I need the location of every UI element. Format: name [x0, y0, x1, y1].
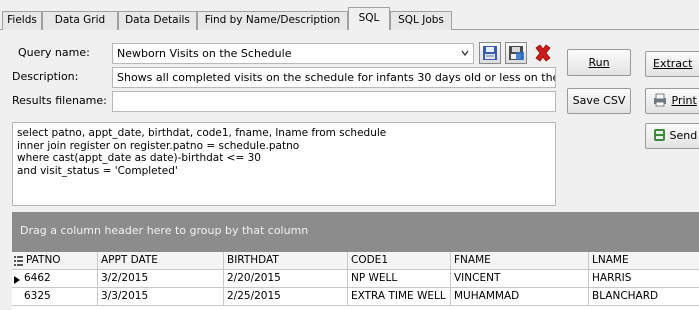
- column-header-code1[interactable]: CODE1: [348, 252, 451, 270]
- column-header-patno[interactable]: PATNO: [12, 252, 98, 270]
- query-name-combo[interactable]: Newborn Visits on the Schedule: [112, 43, 474, 64]
- extract-button[interactable]: Extract: [645, 51, 699, 77]
- tab-fields[interactable]: Fields: [2, 11, 42, 30]
- send-button[interactable]: Send: [645, 123, 699, 149]
- table-row-cell[interactable]: 2/25/2015: [224, 288, 348, 306]
- print-button[interactable]: Print: [645, 88, 699, 114]
- chevron-down-icon[interactable]: [461, 49, 469, 57]
- table-row-cell[interactable]: 6462: [12, 270, 98, 288]
- table-row-cell[interactable]: MUHAMMAD: [451, 288, 589, 306]
- description-label: Description:: [12, 70, 79, 83]
- query-name-value: Newborn Visits on the Schedule: [117, 47, 292, 60]
- results-filename-label: Results filename:: [12, 94, 107, 107]
- group-by-panel[interactable]: Drag a column header here to group by th…: [12, 212, 699, 252]
- save-csv-button-label: Save CSV: [572, 94, 626, 107]
- table-row-cell[interactable]: VINCENT: [451, 270, 589, 288]
- tab-strip: Fields Data Grid Data Details Find by Na…: [0, 0, 699, 30]
- save-as-icon: [509, 46, 524, 60]
- table-row-cell[interactable]: 3/2/2015: [98, 270, 224, 288]
- column-header-appt-date[interactable]: APPT DATE: [98, 252, 224, 270]
- table-row-cell[interactable]: 3/3/2015: [98, 288, 224, 306]
- table-row-cell[interactable]: 6325: [12, 288, 98, 306]
- table-row-cell[interactable]: BLANCHARD: [589, 288, 699, 306]
- tab-sql[interactable]: SQL: [348, 7, 390, 30]
- column-header-lname[interactable]: LNAME: [589, 252, 699, 270]
- save-as-query-button[interactable]: [505, 42, 527, 64]
- delete-query-button[interactable]: [532, 42, 554, 64]
- table-row-cell[interactable]: 2/20/2015: [224, 270, 348, 288]
- tab-data-details[interactable]: Data Details: [118, 11, 197, 30]
- column-header-birthdat[interactable]: BIRTHDAT: [224, 252, 348, 270]
- tab-sql-jobs[interactable]: SQL Jobs: [390, 11, 452, 30]
- table-row-cell[interactable]: NP WELL: [348, 270, 451, 288]
- column-header-fname[interactable]: FNAME: [451, 252, 589, 270]
- table-row-cell[interactable]: EXTRA TIME WELL: [348, 288, 451, 306]
- send-icon: [654, 129, 665, 141]
- run-button-label: Run: [588, 56, 610, 69]
- sql-editor[interactable]: select patno, appt_date, birthdat, code1…: [12, 122, 556, 206]
- group-by-hint: Drag a column header here to group by th…: [20, 224, 309, 237]
- floppy-disk-icon: [483, 46, 497, 60]
- save-query-button[interactable]: [479, 42, 501, 64]
- tab-find-by-name[interactable]: Find by Name/Description: [197, 11, 348, 30]
- delete-x-icon: [535, 44, 551, 62]
- table-row-cell[interactable]: HARRIS: [589, 270, 699, 288]
- query-name-label: Query name:: [18, 46, 90, 59]
- print-button-label: Print: [671, 94, 697, 107]
- save-csv-button[interactable]: Save CSV: [567, 88, 631, 114]
- column-chooser-icon[interactable]: [14, 256, 23, 266]
- results-grid[interactable]: PATNO APPT DATE BIRTHDAT CODE1 FNAME LNA…: [12, 252, 699, 310]
- description-value: Shows all completed visits on the schedu…: [117, 71, 556, 84]
- run-button[interactable]: Run: [567, 49, 631, 76]
- tab-data-grid[interactable]: Data Grid: [42, 11, 118, 30]
- description-input[interactable]: Shows all completed visits on the schedu…: [112, 67, 556, 88]
- send-button-label: Send: [669, 129, 698, 142]
- printer-icon: [654, 93, 666, 107]
- results-filename-input[interactable]: [112, 91, 556, 112]
- extract-button-label: Extract: [653, 57, 693, 70]
